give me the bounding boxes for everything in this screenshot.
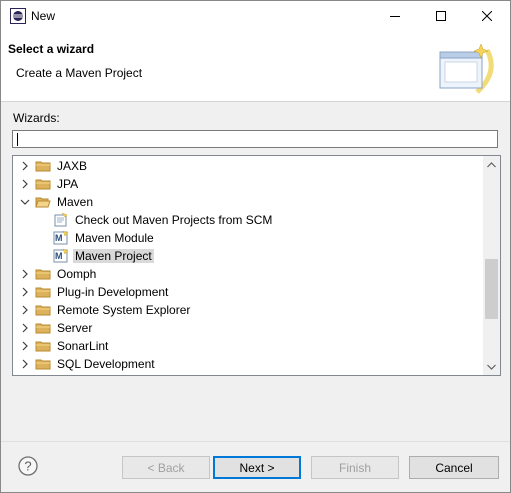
tree-item-label: Remote System Explorer <box>57 303 191 317</box>
new-wizard-dialog: New Select a wizard Create a Maven Proje… <box>0 0 511 493</box>
folder-icon <box>35 359 51 370</box>
chevron-down-icon[interactable] <box>19 196 31 208</box>
tree-item-label: SQL Development <box>57 357 155 371</box>
page-title: Select a wizard <box>8 42 95 56</box>
tree-item[interactable]: Server <box>13 319 481 337</box>
chevron-right-icon[interactable] <box>19 160 31 172</box>
wizard-header: Select a wizard Create a Maven Project <box>1 31 510 102</box>
cancel-button[interactable]: Cancel <box>409 456 499 479</box>
minimize-button[interactable] <box>372 1 418 31</box>
page-description: Create a Maven Project <box>16 66 143 80</box>
tree-item-label: Check out Maven Projects from SCM <box>75 213 273 227</box>
chevron-right-icon[interactable] <box>19 340 31 352</box>
text-cursor <box>17 133 18 146</box>
tree-item[interactable]: SQL Development <box>13 355 481 373</box>
wizard-tree[interactable]: JAXB JPA Maven Check out Maven Projects fro… <box>12 155 501 376</box>
tree-item-label: Plug-in Development <box>57 285 169 299</box>
chevron-right-icon[interactable] <box>19 286 31 298</box>
minimize-icon <box>390 16 400 17</box>
window-title: New <box>31 9 56 23</box>
maven-wizard-icon: M <box>53 248 69 263</box>
svg-text:M: M <box>55 251 63 261</box>
folder-icon <box>35 323 51 334</box>
svg-text:?: ? <box>24 459 31 474</box>
next-button[interactable]: Next > <box>213 456 301 479</box>
new-wizard-banner-icon <box>439 43 494 94</box>
tree-item[interactable]: M Maven Module <box>13 229 481 247</box>
chevron-right-icon[interactable] <box>19 178 31 190</box>
maximize-button[interactable] <box>418 1 464 31</box>
folder-icon <box>35 179 51 190</box>
scroll-down-button[interactable] <box>483 358 500 375</box>
tree-item-label: Oomph <box>57 267 97 281</box>
footer-divider <box>1 441 510 442</box>
folder-open-icon <box>35 197 51 208</box>
wizard-filter-input[interactable] <box>12 130 498 148</box>
help-icon[interactable]: ? <box>18 456 38 476</box>
tree-item[interactable]: SonarLint <box>13 337 481 355</box>
tree-item[interactable]: M Maven Project <box>13 247 481 265</box>
chevron-right-icon[interactable] <box>19 358 31 370</box>
folder-icon <box>35 305 51 316</box>
maven-wizard-icon: M <box>53 230 69 245</box>
vertical-scrollbar[interactable] <box>483 156 500 375</box>
folder-icon <box>35 161 51 172</box>
tree-item-label: JAXB <box>57 159 88 173</box>
close-button[interactable] <box>464 1 510 31</box>
tree-item-label: JPA <box>57 177 79 191</box>
eclipse-app-icon <box>10 8 26 24</box>
finish-button[interactable]: Finish <box>311 456 399 479</box>
tree-item-label: Maven <box>57 195 94 209</box>
scroll-down-icon <box>487 364 496 370</box>
checkout-wizard-icon <box>54 212 68 227</box>
close-icon <box>482 11 492 21</box>
maximize-icon <box>436 11 446 21</box>
svg-text:M: M <box>55 233 63 243</box>
tree-item[interactable]: Plug-in Development <box>13 283 481 301</box>
tree-item-label: Maven Project <box>73 249 154 263</box>
tree-item-label: Server <box>57 321 93 335</box>
back-button[interactable]: < Back <box>122 456 210 479</box>
tree-item[interactable]: JPA <box>13 175 481 193</box>
tree-item[interactable]: Remote System Explorer <box>13 301 481 319</box>
tree-item[interactable]: Check out Maven Projects from SCM <box>13 211 481 229</box>
title-bar[interactable]: New <box>1 1 510 31</box>
tree-item-label: Maven Module <box>75 231 154 245</box>
chevron-right-icon[interactable] <box>19 304 31 316</box>
folder-icon <box>35 287 51 298</box>
tree-item-label: SonarLint <box>57 339 109 353</box>
chevron-right-icon[interactable] <box>19 268 31 280</box>
chevron-right-icon[interactable] <box>19 322 31 334</box>
tree-item[interactable]: JAXB <box>13 157 481 175</box>
scrollbar-thumb[interactable] <box>485 259 498 319</box>
wizards-label: Wizards: <box>13 111 60 125</box>
scroll-up-button[interactable] <box>483 156 500 173</box>
tree-item[interactable]: Maven <box>13 193 481 211</box>
folder-icon <box>35 269 51 280</box>
scroll-up-icon <box>487 161 496 167</box>
folder-icon <box>35 341 51 352</box>
tree-item[interactable]: Oomph <box>13 265 481 283</box>
